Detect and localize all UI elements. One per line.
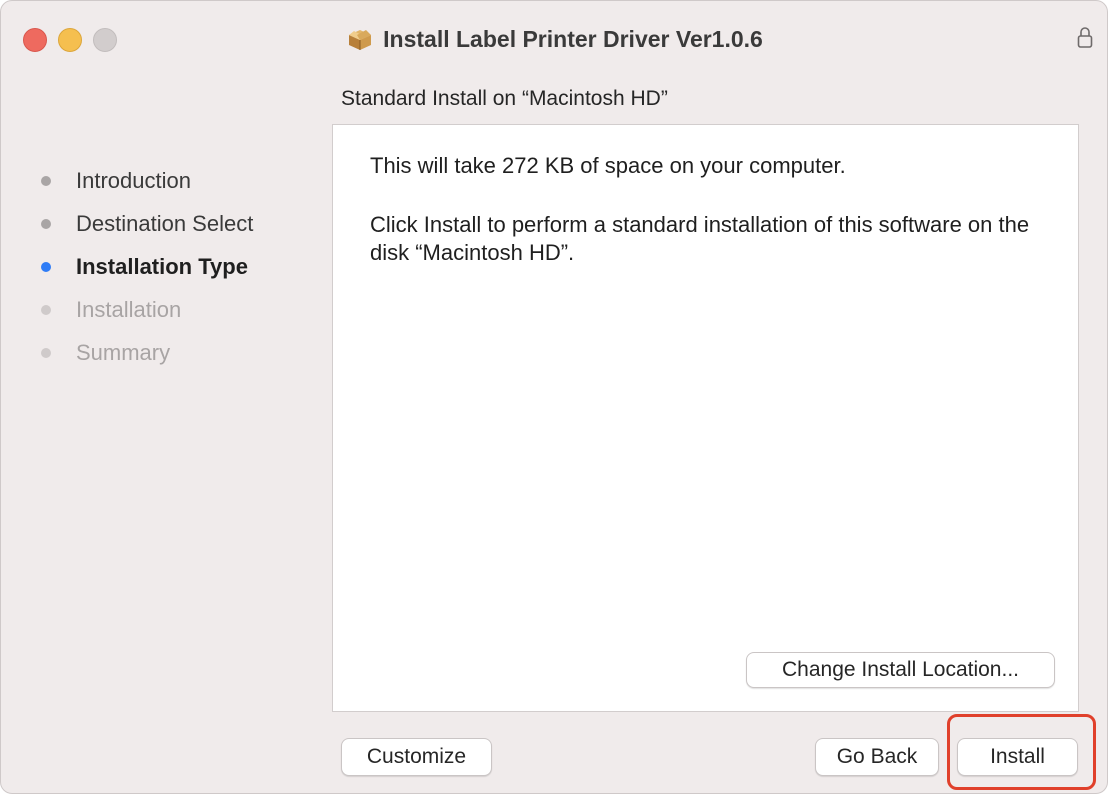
step-status-dot [41, 175, 51, 186]
step-label: Installation Type [76, 253, 248, 279]
step-summary: Summary [41, 331, 321, 374]
lock-icon[interactable] [1077, 25, 1093, 49]
step-installation-type: Installation Type [41, 245, 321, 288]
go-back-button[interactable]: Go Back [815, 738, 939, 776]
package-box-icon [347, 26, 373, 52]
step-introduction: Introduction [41, 159, 321, 202]
install-instructions-text: Click Install to perform a standard inst… [370, 212, 1030, 265]
window-title-group: Install Label Printer Driver Ver1.0.6 [1, 21, 1107, 57]
step-status-dot [41, 218, 51, 229]
step-installation: Installation [41, 288, 321, 331]
step-destination-select: Destination Select [41, 202, 321, 245]
content-panel: This will take 272 KB of space on your c… [332, 124, 1079, 712]
customize-button[interactable]: Customize [341, 738, 492, 776]
step-label: Summary [76, 339, 171, 365]
step-label: Destination Select [76, 210, 254, 236]
step-label: Introduction [76, 167, 191, 193]
window-title: Install Label Printer Driver Ver1.0.6 [383, 25, 763, 52]
install-button[interactable]: Install [957, 738, 1078, 776]
pane-header: Standard Install on “Macintosh HD” [341, 87, 668, 110]
step-status-dot [41, 261, 51, 272]
space-required-text: This will take 272 KB of space on your c… [370, 153, 846, 178]
step-label: Installation [76, 296, 182, 322]
step-status-dot [41, 347, 51, 358]
installer-window: Install Label Printer Driver Ver1.0.6 In… [0, 0, 1108, 794]
change-install-location-button[interactable]: Change Install Location... [746, 652, 1055, 688]
step-status-dot [41, 304, 51, 315]
title-bar: Install Label Printer Driver Ver1.0.6 [1, 1, 1107, 73]
installer-steps-sidebar: Introduction Destination Select Installa… [41, 159, 321, 374]
